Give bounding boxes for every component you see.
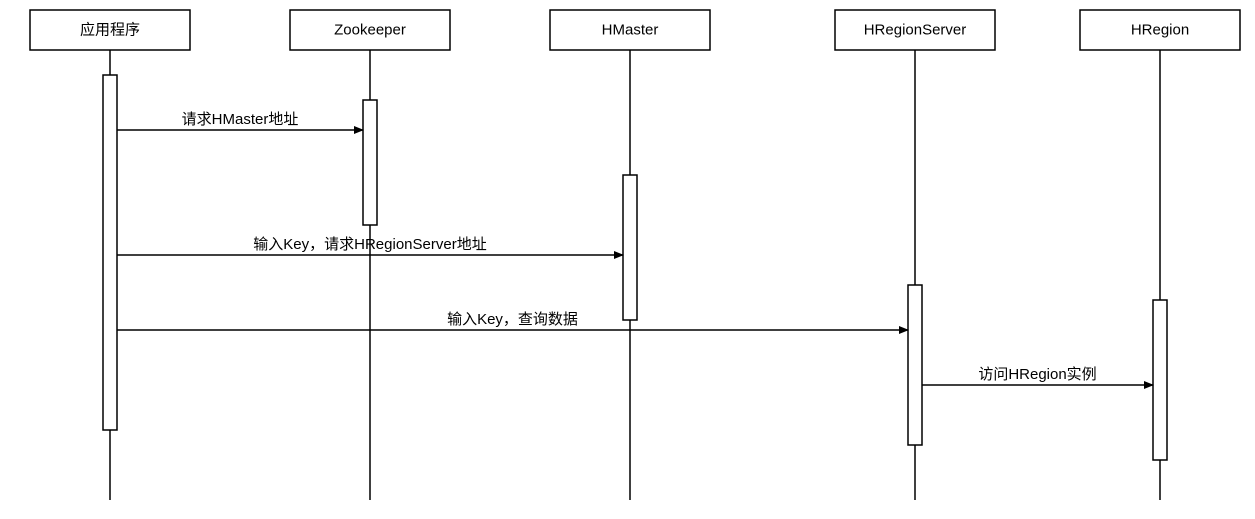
activation-rs: rs: [908, 285, 922, 445]
participant-label-region: HRegion: [1131, 22, 1189, 39]
activation-app: app: [103, 75, 117, 430]
participant-label-master: HMaster: [602, 22, 659, 39]
activation-zk: zk: [363, 100, 377, 225]
participant-label-zk: Zookeeper: [334, 22, 406, 39]
message-label-1: 输入Key，请求HRegionServer地址: [253, 236, 486, 253]
participant-label-rs: HRegionServer: [864, 22, 967, 39]
message-label-3: 访问HRegion实例: [978, 366, 1096, 383]
participant-label-app: 应用程序: [80, 21, 140, 39]
activation-master: master: [623, 175, 637, 320]
activation-region: region: [1153, 300, 1167, 460]
message-label-0: 请求HMaster地址: [182, 111, 299, 128]
message-label-2: 输入Key，查询数据: [447, 311, 578, 328]
